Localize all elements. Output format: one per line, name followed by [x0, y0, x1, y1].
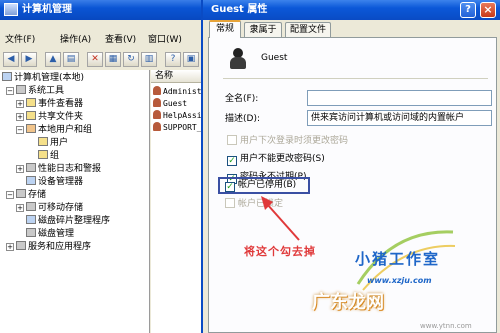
computer-management-icon [4, 3, 18, 16]
expand-icon[interactable]: + [16, 165, 24, 173]
collapse-icon[interactable]: − [6, 87, 14, 95]
forward-arrow-icon[interactable]: ▶ [21, 52, 37, 67]
menu-action[interactable]: 操作(A) [60, 33, 91, 47]
disk-icon [26, 228, 36, 237]
tools-icon [16, 85, 26, 94]
tree-item-storage[interactable]: − 存储 [6, 189, 46, 202]
annotation-text: 将这个勾去掉 [244, 245, 316, 258]
properties-dialog: Guest 属性 ? × 常规 隶属于 配置文件 Guest 全名(F): 描述… [201, 0, 500, 333]
collapse-icon[interactable]: − [6, 191, 14, 199]
disabled-user-icon [153, 122, 161, 131]
tree-item-event-viewer[interactable]: + 事件查看器 [16, 98, 83, 111]
menu-file[interactable]: 文件(F) [5, 33, 35, 47]
expand-icon[interactable]: + [16, 204, 24, 212]
tree-item-computer-management[interactable]: 计算机管理(本地) [2, 72, 84, 85]
tree-item-disk-management[interactable]: 磁盘管理 [26, 228, 74, 241]
console-tree: 计算机管理(本地) − 系统工具 + 事件查看器 + 共享文件夹 − 本地用户和组 用户… [0, 70, 150, 333]
tree-item-users[interactable]: 用户 [38, 137, 68, 150]
menu-bar: 文件(F) 操作(A) 查看(V) 窗口(W) [0, 30, 210, 48]
folder-icon [38, 150, 48, 159]
menu-window[interactable]: 窗口(W) [148, 33, 182, 47]
list-item[interactable]: SUPPORT_ [153, 122, 202, 134]
device-manager-icon [26, 176, 36, 185]
defrag-icon [26, 215, 36, 224]
delete-icon[interactable]: ✕ [87, 52, 103, 67]
tree-item-device-manager[interactable]: 设备管理器 [26, 176, 83, 189]
expand-icon[interactable]: + [16, 100, 24, 108]
site-url-watermark: www.ytnn.com [420, 322, 472, 330]
help-icon[interactable]: ? [165, 52, 181, 67]
performance-icon [26, 163, 36, 172]
services-icon [16, 241, 26, 250]
storage-icon [16, 189, 26, 198]
list-item[interactable]: HelpAssis [153, 110, 206, 122]
tree-item-removable-storage[interactable]: + 可移动存储 [16, 202, 83, 215]
removable-storage-icon [26, 202, 36, 211]
collapse-icon[interactable]: − [16, 126, 24, 134]
studio-url-watermark: www.xzju.com [367, 276, 432, 285]
tree-item-local-users-groups[interactable]: − 本地用户和组 [16, 124, 92, 137]
refresh-icon[interactable]: ↻ [123, 52, 139, 67]
properties-icon[interactable]: ▦ [105, 52, 121, 67]
back-arrow-icon[interactable]: ◀ [3, 52, 19, 67]
up-folder-icon[interactable]: ▲ [45, 52, 61, 67]
console-icon[interactable]: ▣ [183, 52, 199, 67]
folder-icon [26, 111, 36, 120]
user-icon [153, 86, 161, 95]
expand-icon[interactable]: + [16, 113, 24, 121]
studio-watermark: 小猪工作室 [355, 250, 441, 268]
folder-icon [38, 137, 48, 146]
tree-item-groups[interactable]: 组 [38, 150, 59, 163]
tree-item-system-tools[interactable]: − 系统工具 [6, 85, 64, 98]
mmc-title: 计算机管理 [22, 4, 72, 15]
list-item[interactable]: Guest [153, 98, 187, 110]
toolbar: ◀ ▶ ▲ ▤ ✕ ▦ ↻ ▥ ? ▣ [0, 50, 210, 70]
export-list-icon[interactable]: ▥ [141, 52, 157, 67]
site-watermark: 广东龙网 [312, 292, 384, 313]
tree-item-performance-logs[interactable]: + 性能日志和警报 [16, 163, 101, 176]
disabled-user-icon [153, 110, 161, 119]
show-tree-icon[interactable]: ▤ [63, 52, 79, 67]
tab-general[interactable]: 常规 [209, 20, 241, 38]
disabled-user-icon [153, 98, 161, 107]
tree-item-shared-folders[interactable]: + 共享文件夹 [16, 111, 83, 124]
list-item[interactable]: Administ [153, 86, 202, 98]
expand-icon[interactable]: + [6, 243, 14, 251]
menu-view[interactable]: 查看(V) [105, 33, 136, 47]
users-icon [26, 124, 36, 133]
computer-icon [2, 72, 12, 81]
tree-item-services-applications[interactable]: + 服务和应用程序 [6, 241, 91, 254]
tree-item-disk-defragmenter[interactable]: 磁盘碎片整理程序 [26, 215, 110, 228]
event-viewer-icon [26, 98, 36, 107]
